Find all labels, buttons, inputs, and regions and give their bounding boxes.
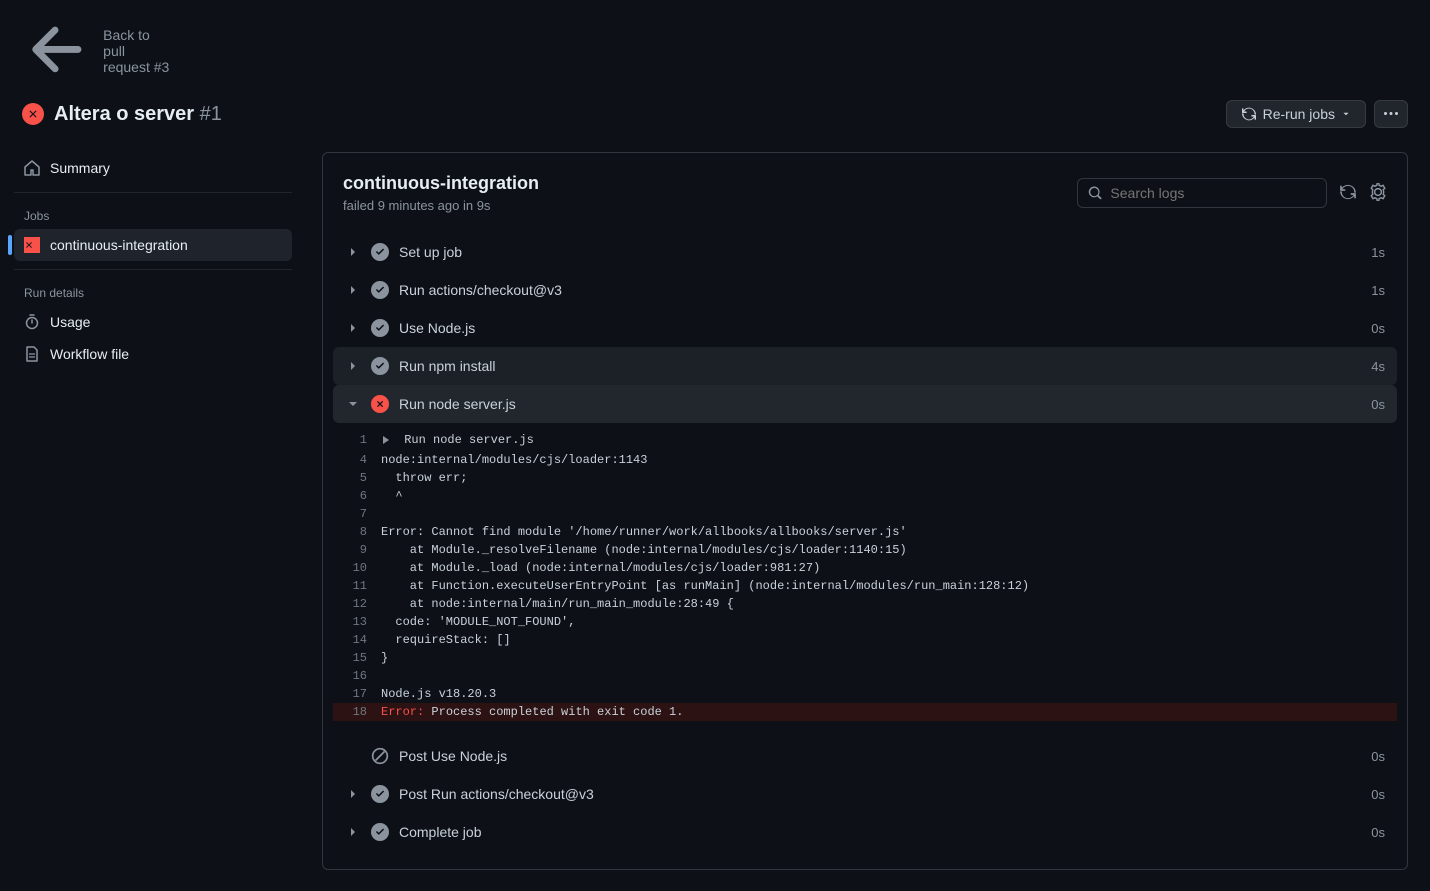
page-title: Altera o server #1 [54, 103, 222, 126]
job-subtitle: failed 9 minutes ago in 9s [343, 198, 539, 213]
step-row[interactable]: Run actions/checkout@v31s [333, 271, 1397, 309]
sidebar-item-label: continuous-integration [50, 237, 188, 253]
check-icon [371, 823, 389, 841]
page-title-number: #1 [200, 103, 222, 125]
sidebar-job-item[interactable]: continuous-integration [14, 229, 292, 261]
log-line[interactable]: 10 at Module._load (node:internal/module… [333, 559, 1397, 577]
step-label: Run actions/checkout@v3 [399, 282, 1371, 298]
step-row[interactable]: Use Node.js0s [333, 309, 1397, 347]
sidebar-usage[interactable]: Usage [14, 306, 292, 338]
sidebar: Summary Jobs continuous-integration Run … [0, 152, 300, 891]
refresh-button[interactable] [1339, 183, 1357, 204]
step-duration: 0s [1371, 321, 1385, 336]
step-label: Use Node.js [399, 320, 1371, 336]
kebab-icon [1383, 106, 1399, 122]
sidebar-jobs-heading: Jobs [14, 201, 292, 229]
step-label: Post Run actions/checkout@v3 [399, 786, 1371, 802]
search-icon [1088, 185, 1102, 201]
file-icon [24, 346, 40, 362]
back-link[interactable]: Back to pull request #3 [22, 14, 172, 87]
step-duration: 0s [1371, 787, 1385, 802]
kebab-menu-button[interactable] [1374, 100, 1408, 128]
job-title: continuous-integration [343, 173, 539, 194]
caret-down-icon [1341, 109, 1351, 119]
chevron-right-icon [345, 282, 361, 298]
log-output: 1 Run node server.js4node:internal/modul… [333, 423, 1397, 737]
step-label: Complete job [399, 824, 1371, 840]
back-link-label: Back to pull request #3 [103, 27, 172, 75]
step-label: Set up job [399, 244, 1371, 260]
step-duration: 4s [1371, 359, 1385, 374]
check-icon [371, 243, 389, 261]
log-fold[interactable]: Run node server.js [381, 433, 534, 447]
log-line[interactable]: 1 Run node server.js [333, 431, 1397, 451]
job-card: continuous-integration failed 9 minutes … [322, 152, 1408, 870]
fail-icon [24, 237, 40, 253]
sidebar-workflow-file[interactable]: Workflow file [14, 338, 292, 370]
step-row[interactable]: Post Use Node.js0s [333, 737, 1397, 775]
arrow-left-icon [22, 14, 95, 87]
step-duration: 0s [1371, 749, 1385, 764]
log-line[interactable]: 15} [333, 649, 1397, 667]
chevron-down-icon [345, 396, 361, 412]
skip-icon [371, 747, 389, 765]
log-line[interactable]: 5 throw err; [333, 469, 1397, 487]
log-line[interactable]: 18Error: Process completed with exit cod… [333, 703, 1397, 721]
chevron-right-icon [345, 786, 361, 802]
step-label: Post Use Node.js [399, 748, 1371, 764]
rerun-jobs-button[interactable]: Re-run jobs [1226, 100, 1366, 128]
sidebar-item-label: Workflow file [50, 346, 129, 362]
search-logs[interactable] [1077, 178, 1327, 208]
search-input[interactable] [1110, 185, 1316, 201]
sidebar-summary[interactable]: Summary [14, 152, 292, 184]
log-line[interactable]: 17Node.js v18.20.3 [333, 685, 1397, 703]
step-duration: 0s [1371, 397, 1385, 412]
run-status-icon [22, 103, 44, 125]
stopwatch-icon [24, 314, 40, 330]
log-line[interactable]: 16 [333, 667, 1397, 685]
settings-button[interactable] [1369, 183, 1387, 204]
log-line[interactable]: 13 code: 'MODULE_NOT_FOUND', [333, 613, 1397, 631]
sync-icon [1241, 106, 1257, 122]
log-line[interactable]: 12 at node:internal/main/run_main_module… [333, 595, 1397, 613]
fail-icon [371, 395, 389, 413]
step-duration: 1s [1371, 245, 1385, 260]
chevron-right-icon [345, 244, 361, 260]
check-icon [371, 319, 389, 337]
step-row[interactable]: Set up job1s [333, 233, 1397, 271]
step-duration: 0s [1371, 825, 1385, 840]
step-row[interactable]: Complete job0s [333, 813, 1397, 851]
step-label: Run node server.js [399, 396, 1371, 412]
sync-icon [1339, 183, 1357, 201]
check-icon [371, 785, 389, 803]
check-icon [371, 281, 389, 299]
step-row[interactable]: Post Run actions/checkout@v30s [333, 775, 1397, 813]
step-label: Run npm install [399, 358, 1371, 374]
gear-icon [1369, 183, 1387, 201]
step-row[interactable]: Run npm install4s [333, 347, 1397, 385]
sidebar-item-label: Usage [50, 314, 90, 330]
log-line[interactable]: 11 at Function.executeUserEntryPoint [as… [333, 577, 1397, 595]
check-icon [371, 357, 389, 375]
step-row[interactable]: Run node server.js0s [333, 385, 1397, 423]
sidebar-details-heading: Run details [14, 278, 292, 306]
log-line[interactable]: 7 [333, 505, 1397, 523]
log-line[interactable]: 9 at Module._resolveFilename (node:inter… [333, 541, 1397, 559]
sidebar-item-label: Summary [50, 160, 110, 176]
step-duration: 1s [1371, 283, 1385, 298]
log-line[interactable]: 14 requireStack: [] [333, 631, 1397, 649]
home-icon [24, 160, 40, 176]
log-line[interactable]: 6 ^ [333, 487, 1397, 505]
chevron-right-icon [345, 358, 361, 374]
log-line[interactable]: 8Error: Cannot find module '/home/runner… [333, 523, 1397, 541]
chevron-right-icon [345, 320, 361, 336]
log-line[interactable]: 4node:internal/modules/cjs/loader:1143 [333, 451, 1397, 469]
chevron-right-icon [345, 824, 361, 840]
